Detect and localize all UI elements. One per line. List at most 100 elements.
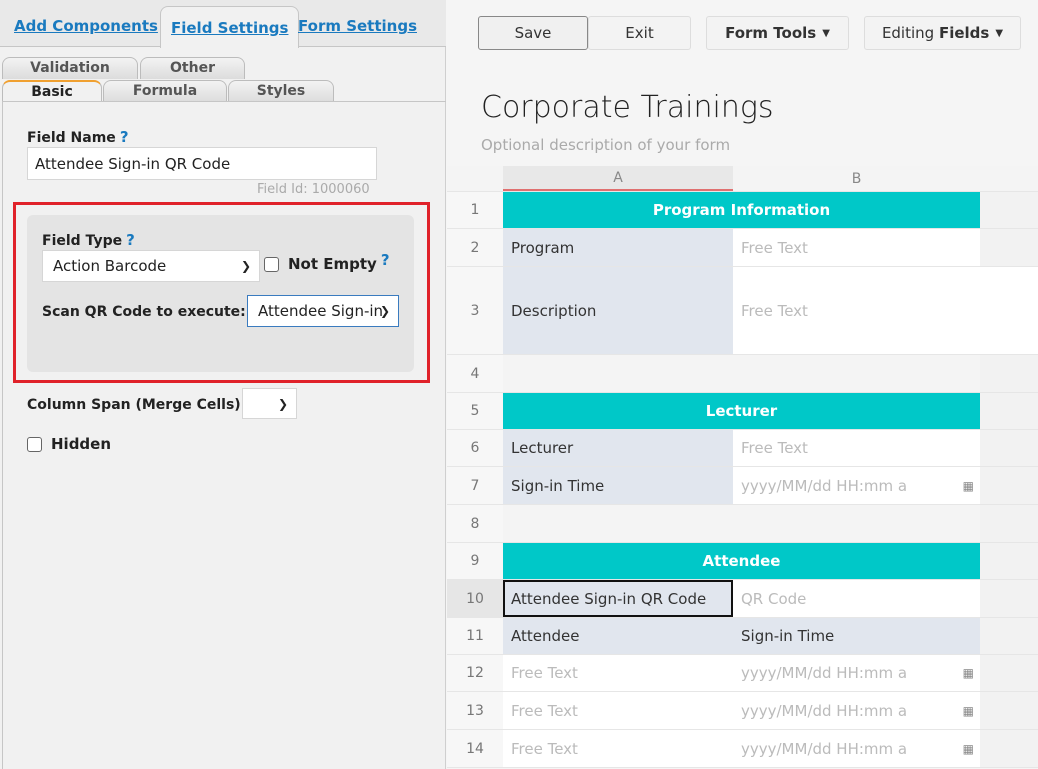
field-type-label: Field Type? <box>42 231 135 249</box>
not-empty-label: Not Empty? <box>288 251 390 273</box>
grid-row: 14 Free Text yyyy/MM/dd HH:mm a ▦ <box>447 730 1038 768</box>
grid-row: 10 Attendee Sign-in QR Code QR Code <box>447 580 1038 618</box>
input-cell[interactable]: yyyy/MM/dd HH:mm a ▦ <box>733 655 980 691</box>
row-number[interactable]: 1 <box>447 192 503 228</box>
input-cell[interactable]: QR Code <box>733 580 980 617</box>
column-header-a[interactable]: A <box>503 166 733 191</box>
grid-row: 5 Lecturer <box>447 393 1038 430</box>
section-header[interactable]: Lecturer <box>503 393 980 429</box>
caret-down-icon: ▼ <box>822 27 830 39</box>
field-name-input[interactable]: Attendee Sign-in QR Code <box>27 147 377 180</box>
label-cell[interactable]: Attendee Sign-in QR Code <box>503 580 733 617</box>
caret-down-icon: ▼ <box>995 27 1004 39</box>
label-cell[interactable]: Lecturer <box>503 430 733 466</box>
tab-validation[interactable]: Validation <box>2 57 138 79</box>
input-cell[interactable]: Free Text <box>503 730 733 767</box>
label-cell[interactable]: Attendee <box>503 618 733 654</box>
calendar-icon[interactable]: ▦ <box>963 704 974 718</box>
extra-cell <box>980 430 1038 466</box>
row-number[interactable]: 6 <box>447 430 503 466</box>
row-number[interactable]: 2 <box>447 229 503 266</box>
input-cell[interactable]: yyyy/MM/dd HH:mm a ▦ <box>733 692 980 729</box>
settings-panel: Add Components Field Settings Form Setti… <box>0 0 446 769</box>
field-name-text: Field Name <box>27 130 116 146</box>
chevron-down-icon: ❯ <box>379 304 390 318</box>
row-number[interactable]: 9 <box>447 543 503 579</box>
tab-field-settings[interactable]: Field Settings <box>160 6 300 48</box>
not-empty-checkbox[interactable] <box>264 257 279 272</box>
grid-row: 9 Attendee <box>447 543 1038 580</box>
scan-qr-label: Scan QR Code to execute:? <box>42 302 258 320</box>
calendar-icon[interactable]: ▦ <box>963 479 974 493</box>
section-header[interactable]: Program Information <box>503 192 980 228</box>
row-number[interactable]: 14 <box>447 730 503 767</box>
scan-qr-select[interactable]: Attendee Sign-in ❯ <box>247 295 399 327</box>
tab-formula[interactable]: Formula <box>103 80 227 102</box>
label-cell[interactable]: Program <box>503 229 733 266</box>
grid-row: 2 Program Free Text <box>447 229 1038 267</box>
row-number[interactable]: 8 <box>447 505 503 542</box>
help-icon[interactable]: ? <box>381 251 390 269</box>
save-button[interactable]: Save <box>478 16 588 50</box>
input-cell[interactable]: Free Text <box>733 229 980 266</box>
form-title[interactable]: Corporate Trainings <box>481 90 773 125</box>
input-cell[interactable]: Free Text <box>733 267 1038 354</box>
extra-cell <box>980 467 1038 504</box>
column-span-text: Column Span (Merge Cells) <box>27 397 241 413</box>
help-icon[interactable]: ? <box>120 128 129 146</box>
empty-cell[interactable] <box>503 505 733 542</box>
input-cell[interactable]: Free Text <box>503 692 733 729</box>
form-tools-button[interactable]: Form Tools ▼ <box>706 16 849 50</box>
row-number[interactable]: 13 <box>447 692 503 729</box>
label-cell[interactable]: Description <box>503 267 733 354</box>
row-number[interactable]: 3 <box>447 267 503 354</box>
extra-cell <box>980 192 1038 228</box>
exit-button[interactable]: Exit <box>588 16 691 50</box>
top-tabs: Add Components Field Settings Form Setti… <box>0 0 446 48</box>
extra-cell <box>980 543 1038 579</box>
calendar-icon[interactable]: ▦ <box>963 742 974 756</box>
extra-cell <box>980 655 1038 691</box>
row-number[interactable]: 7 <box>447 467 503 504</box>
empty-cell[interactable] <box>733 355 980 392</box>
label-cell[interactable]: Sign-in Time <box>733 618 980 654</box>
grid-row: 8 <box>447 505 1038 543</box>
row-number[interactable]: 10 <box>447 580 503 617</box>
tab-form-settings[interactable]: Form Settings <box>298 10 417 47</box>
scan-qr-text: Scan QR Code to execute: <box>42 304 246 320</box>
tab-other[interactable]: Other <box>140 57 245 79</box>
calendar-icon[interactable]: ▦ <box>963 666 974 680</box>
tab-add-components[interactable]: Add Components <box>14 10 158 47</box>
extra-cell <box>980 355 1038 392</box>
row-number[interactable]: 12 <box>447 655 503 691</box>
extra-cell <box>980 580 1038 617</box>
column-span-select[interactable]: ❯ <box>242 388 297 419</box>
extra-cell <box>980 229 1038 266</box>
grid-row: 11 Attendee Sign-in Time <box>447 618 1038 655</box>
section-header[interactable]: Attendee <box>503 543 980 579</box>
input-cell[interactable]: yyyy/MM/dd HH:mm a ▦ <box>733 467 980 504</box>
empty-cell[interactable] <box>733 505 980 542</box>
row-number[interactable]: 11 <box>447 618 503 654</box>
empty-cell[interactable] <box>503 355 733 392</box>
form-canvas: Save Exit Form Tools ▼ Editing Fields ▼ Co… <box>447 0 1038 769</box>
tab-styles[interactable]: Styles <box>228 80 334 102</box>
input-cell[interactable]: yyyy/MM/dd HH:mm a ▦ <box>733 730 980 767</box>
editing-mode-button[interactable]: Editing Fields ▼ <box>864 16 1021 50</box>
form-description[interactable]: Optional description of your form <box>481 136 730 154</box>
row-number[interactable]: 4 <box>447 355 503 392</box>
row-number[interactable]: 5 <box>447 393 503 429</box>
label-cell[interactable]: Sign-in Time <box>503 467 733 504</box>
input-cell[interactable]: Free Text <box>733 430 980 466</box>
form-tools-label: Form Tools <box>725 24 817 42</box>
tab-basic[interactable]: Basic <box>2 80 102 102</box>
help-icon[interactable]: ? <box>126 231 135 249</box>
extra-cell <box>980 393 1038 429</box>
hidden-checkbox[interactable] <box>27 437 42 452</box>
column-header-b[interactable]: B <box>733 166 980 191</box>
field-type-select[interactable]: Action Barcode ❯ <box>42 250 260 282</box>
field-name-label: Field Name? <box>27 128 129 146</box>
grid-row: 1 Program Information <box>447 192 1038 229</box>
input-cell[interactable]: Free Text <box>503 655 733 691</box>
extra-cell <box>980 618 1038 654</box>
